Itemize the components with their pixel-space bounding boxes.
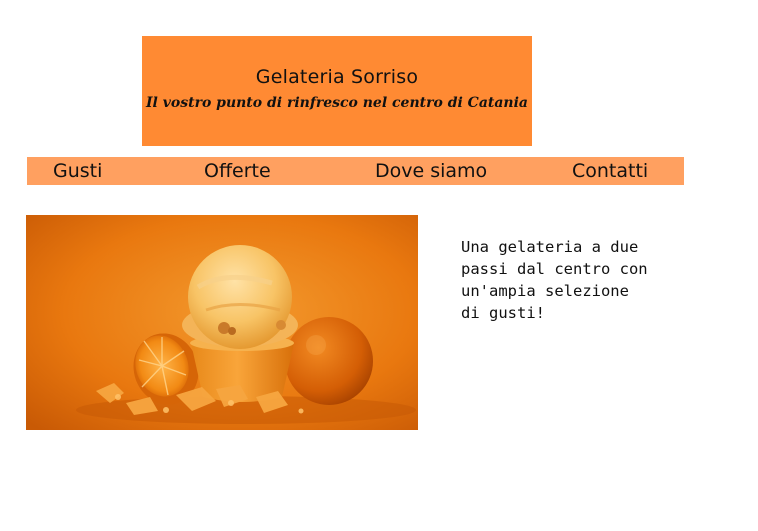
intro-text: Una gelateria a due passi dal centro con… bbox=[461, 236, 691, 324]
intro-line: un'ampia selezione bbox=[461, 282, 629, 300]
nav-item-offerte[interactable]: Offerte bbox=[204, 157, 271, 185]
main-nav: Gusti Offerte Dove siamo Contatti bbox=[27, 157, 684, 185]
nav-item-dove-siamo[interactable]: Dove siamo bbox=[375, 157, 487, 185]
ice-cream-illustration bbox=[26, 215, 418, 430]
hero-image bbox=[26, 215, 418, 430]
intro-line: passi dal centro con bbox=[461, 260, 648, 278]
nav-item-gusti[interactable]: Gusti bbox=[53, 157, 102, 185]
orange-icon bbox=[285, 317, 373, 405]
nav-item-contatti[interactable]: Contatti bbox=[572, 157, 648, 185]
header-banner: Gelateria Sorriso Il vostro punto di rin… bbox=[142, 36, 532, 146]
intro-line: di gusti! bbox=[461, 304, 545, 322]
site-tagline: Il vostro punto di rinfresco nel centro … bbox=[146, 95, 528, 111]
intro-line: Una gelateria a due bbox=[461, 238, 639, 256]
site-title: Gelateria Sorriso bbox=[255, 66, 419, 88]
